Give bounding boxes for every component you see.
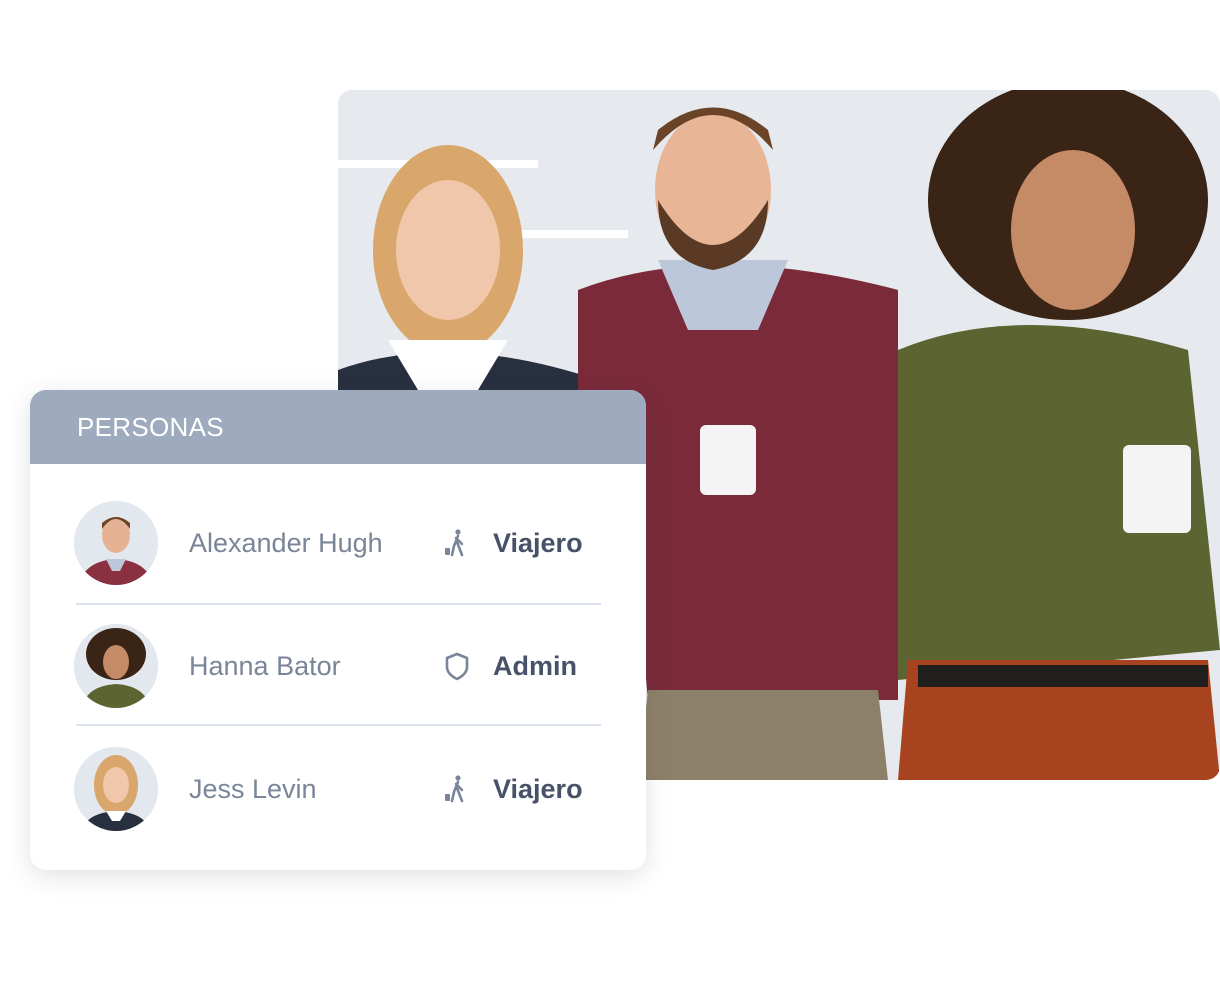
traveler-icon xyxy=(445,529,464,557)
person-role: Viajero xyxy=(493,527,583,558)
divider xyxy=(76,603,601,605)
shield-icon xyxy=(445,652,469,681)
person-row[interactable]: Jess Levin Viajero xyxy=(30,747,646,831)
person-row[interactable]: Hanna Bator Admin xyxy=(30,624,646,708)
person-role: Admin xyxy=(493,650,577,681)
person-name: Alexander Hugh xyxy=(189,527,383,558)
person-name: Hanna Bator xyxy=(189,650,341,681)
avatar xyxy=(74,747,158,831)
person-row[interactable]: Alexander Hugh Viajero xyxy=(30,501,646,585)
card-title: PERSONAS xyxy=(77,411,224,442)
person-name: Jess Levin xyxy=(189,773,317,804)
divider xyxy=(76,724,601,726)
avatar xyxy=(74,624,158,708)
traveler-icon xyxy=(445,775,464,803)
card-header: PERSONAS xyxy=(30,390,646,464)
avatar xyxy=(74,501,158,585)
person-role: Viajero xyxy=(493,773,583,804)
personas-card: PERSONAS Alexander Hugh Viajero Hanna Ba… xyxy=(30,390,646,870)
